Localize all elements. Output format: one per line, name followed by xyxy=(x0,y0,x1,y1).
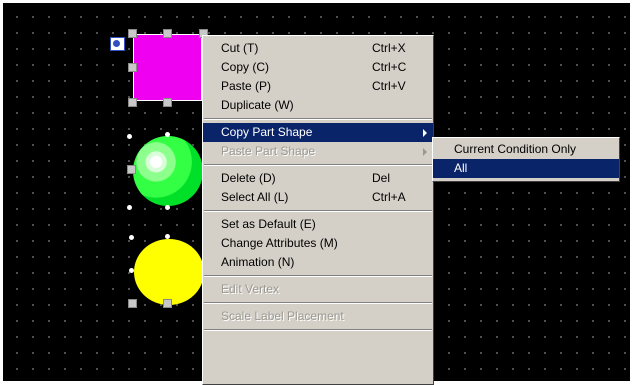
selection-dot[interactable] xyxy=(165,132,170,137)
menu-separator xyxy=(204,118,432,120)
selection-dot[interactable] xyxy=(127,205,132,210)
shortcut-label: Del xyxy=(372,171,391,185)
menu-item-change-attributes[interactable]: Change Attributes (M) xyxy=(203,234,433,253)
menu-separator xyxy=(204,210,432,212)
screenshot-frame: Cut (T) Ctrl+X Copy (C) Ctrl+C Paste (P)… xyxy=(0,0,633,385)
menu-item-label: Change Attributes (M) xyxy=(221,236,338,250)
submenu-arrow-icon xyxy=(423,148,427,156)
menu-item-select-all[interactable]: Select All (L) Ctrl+A xyxy=(203,188,433,207)
menu-separator xyxy=(204,329,432,331)
shortcut-label: Ctrl+V xyxy=(372,79,406,93)
submenu-item-current-condition-only[interactable]: Current Condition Only xyxy=(433,140,619,159)
menu-item-set-as-default[interactable]: Set as Default (E) xyxy=(203,215,433,234)
selection-handle[interactable] xyxy=(163,29,172,38)
selection-handle[interactable] xyxy=(127,165,136,174)
selection-dot[interactable] xyxy=(165,205,170,210)
selection-handle[interactable] xyxy=(163,98,172,107)
menu-item-delete[interactable]: Delete (D) Del xyxy=(203,169,433,188)
menu-separator xyxy=(204,302,432,304)
selection-dot[interactable] xyxy=(129,268,134,273)
menu-item-paste-part-shape: Paste Part Shape xyxy=(203,142,433,161)
shortcut-label: Ctrl+X xyxy=(372,41,406,55)
menu-item-label: Select All (L) xyxy=(221,190,289,204)
menu-item-label: Paste (P) xyxy=(221,79,272,93)
context-menu: Cut (T) Ctrl+X Copy (C) Ctrl+C Paste (P)… xyxy=(202,35,434,385)
selection-handle[interactable] xyxy=(128,29,137,38)
selection-handle[interactable] xyxy=(128,299,137,308)
menu-item-label: Animation (N) xyxy=(221,255,295,269)
selection-handle[interactable] xyxy=(163,299,172,308)
selection-handle[interactable] xyxy=(128,63,137,72)
menu-item-label: Copy (C) xyxy=(221,60,270,74)
selection-handle[interactable] xyxy=(128,98,137,107)
menu-item-edit-vertex: Edit Vertex xyxy=(203,280,433,299)
shortcut-label: Ctrl+A xyxy=(372,190,406,204)
rectangle-part[interactable] xyxy=(133,34,202,101)
selection-dot[interactable] xyxy=(129,235,134,240)
menu-item-label: Scale Label Placement xyxy=(221,309,344,323)
menu-separator xyxy=(204,164,432,166)
shortcut-label: Ctrl+C xyxy=(372,60,407,74)
menu-item-label: Duplicate (W) xyxy=(221,98,294,112)
menu-item-label: Current Condition Only xyxy=(454,142,577,156)
menu-item-label: All xyxy=(454,161,468,175)
menu-item-animation[interactable]: Animation (N) xyxy=(203,253,433,272)
menu-item-label: Edit Vertex xyxy=(221,282,280,296)
menu-item-copy[interactable]: Copy (C) Ctrl+C xyxy=(203,58,433,77)
menu-item-label: Copy Part Shape xyxy=(221,125,313,139)
menu-item-duplicate[interactable]: Duplicate (W) xyxy=(203,96,433,115)
lamp-part-yellow[interactable] xyxy=(134,239,204,305)
selection-dot[interactable] xyxy=(165,234,170,239)
submenu-item-all[interactable]: All xyxy=(433,159,619,178)
menu-separator xyxy=(204,275,432,277)
menu-item-label: Cut (T) xyxy=(221,41,259,55)
menu-item-cut[interactable]: Cut (T) Ctrl+X xyxy=(203,39,433,58)
copy-part-shape-submenu: Current Condition Only All xyxy=(432,137,620,182)
submenu-arrow-icon xyxy=(423,129,427,137)
menu-item-scale-label-placement: Scale Label Placement xyxy=(203,307,433,326)
lamp-part-green[interactable] xyxy=(133,136,203,206)
menu-item-copy-part-shape[interactable]: Copy Part Shape xyxy=(203,123,433,142)
menu-item-label: Delete (D) xyxy=(221,171,276,185)
magnifier-icon[interactable] xyxy=(110,37,125,51)
menu-item-label: Set as Default (E) xyxy=(221,217,316,231)
selection-dot[interactable] xyxy=(127,134,132,139)
menu-item-paste[interactable]: Paste (P) Ctrl+V xyxy=(203,77,433,96)
menu-item-label: Paste Part Shape xyxy=(221,144,316,158)
